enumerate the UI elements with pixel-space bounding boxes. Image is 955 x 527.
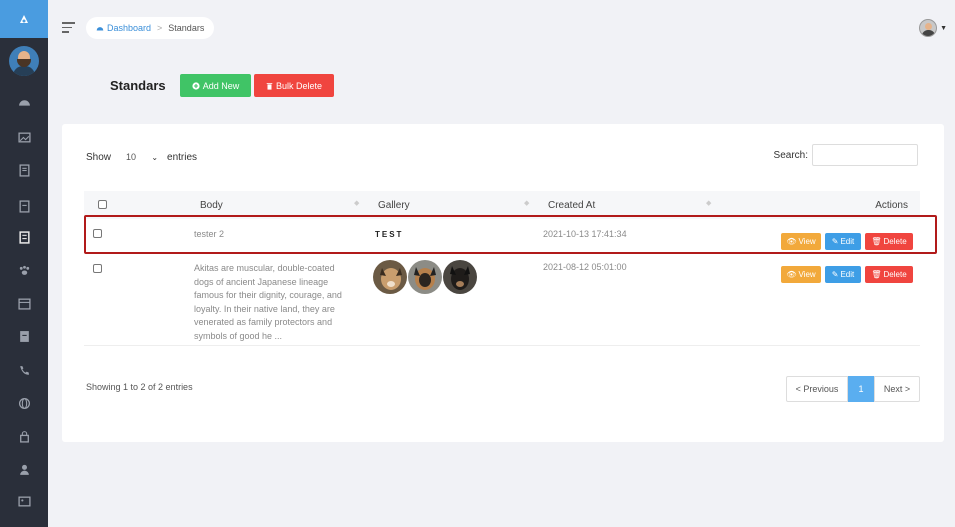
- dashboard-icon: [96, 26, 104, 30]
- table-header: Body ◆ Gallery ◆ Created At ◆ Actions: [84, 191, 920, 219]
- search-label: Search:: [773, 149, 808, 161]
- bulk-delete-button[interactable]: Bulk Delete: [254, 74, 334, 97]
- show-label: Show: [86, 151, 112, 163]
- eye-icon: 👁: [786, 270, 797, 279]
- table-info: Showing 1 to 2 of 2 entries: [86, 382, 193, 392]
- row-created-at: 2021-10-13 17:41:34: [543, 229, 627, 239]
- sidebar-phone-icon[interactable]: [0, 361, 48, 379]
- sort-icon[interactable]: ◆: [354, 199, 359, 207]
- sidebar-standars-icon[interactable]: [0, 228, 48, 246]
- sidebar-document-icon[interactable]: [0, 161, 48, 179]
- column-gallery[interactable]: Gallery: [378, 200, 410, 211]
- sidebar-calendar-icon[interactable]: [0, 294, 48, 312]
- row-checkbox[interactable]: [93, 264, 102, 273]
- breadcrumb-current: Standars: [168, 23, 205, 33]
- sidebar-gallery-icon[interactable]: [0, 492, 48, 510]
- edit-button[interactable]: ✎ Edit: [825, 266, 861, 283]
- breadcrumb-dashboard-link[interactable]: Dashboard: [96, 23, 151, 33]
- entries-select[interactable]: 10 ⌄: [116, 148, 162, 166]
- entries-length-control: Show 10 ⌄ entries: [86, 148, 197, 166]
- delete-button[interactable]: 🗑 Delete: [865, 233, 913, 250]
- next-page-button[interactable]: Next >: [874, 376, 920, 402]
- sort-icon[interactable]: ◆: [524, 199, 529, 207]
- data-table-card: Show 10 ⌄ entries Search: Body ◆ Gallery…: [62, 124, 944, 442]
- row-created-at: 2021-08-12 05:01:00: [543, 262, 627, 272]
- column-body[interactable]: Body: [200, 200, 223, 211]
- sidebar-file-icon[interactable]: [0, 197, 48, 215]
- sort-icon[interactable]: ◆: [706, 199, 711, 207]
- page-1-button[interactable]: 1: [848, 376, 874, 402]
- edit-button[interactable]: ✎ Edit: [825, 233, 861, 250]
- row-actions: 👁 View ✎ Edit 🗑 Delete: [781, 266, 913, 283]
- table-row: Akitas are muscular, double-coated dogs …: [84, 256, 920, 346]
- edit-icon: ✎: [831, 270, 839, 279]
- edit-icon: ✎: [831, 237, 839, 246]
- eye-icon: 👁: [786, 237, 797, 246]
- dog-photo[interactable]: [408, 260, 442, 294]
- row-checkbox[interactable]: [93, 229, 102, 238]
- sidebar: [0, 0, 48, 527]
- chevron-down-icon: ▼: [940, 24, 947, 32]
- add-new-label: Add New: [202, 80, 240, 91]
- search-input[interactable]: [812, 144, 918, 166]
- row-body: Akitas are muscular, double-coated dogs …: [194, 263, 342, 341]
- search-control: Search:: [774, 144, 918, 166]
- view-button[interactable]: 👁 View: [781, 266, 821, 283]
- breadcrumb-dashboard-label: Dashboard: [107, 23, 152, 33]
- logo-icon: [20, 15, 28, 23]
- sidebar-lock-icon[interactable]: [0, 427, 48, 445]
- plus-circle-icon: [192, 81, 200, 90]
- row-body: tester 2: [194, 229, 225, 239]
- top-bar: Dashboard > Standars ▼: [48, 0, 955, 50]
- view-label: View: [798, 237, 816, 246]
- sidebar-dashboard-icon[interactable]: [0, 94, 48, 112]
- chevron-down-icon: ⌄: [151, 152, 159, 162]
- select-all-checkbox[interactable]: [98, 200, 107, 209]
- sidebar-user-icon[interactable]: [0, 460, 48, 478]
- trash-icon: [266, 82, 273, 90]
- breadcrumb-separator: >: [157, 23, 163, 33]
- row-actions: 👁 View ✎ Edit 🗑 Delete: [781, 233, 913, 250]
- delete-label: Delete: [883, 237, 907, 246]
- column-created-at[interactable]: Created At: [548, 200, 595, 211]
- view-label: View: [798, 270, 816, 279]
- previous-page-button[interactable]: < Previous: [786, 376, 848, 402]
- row-gallery-text: TEST: [375, 230, 404, 239]
- sidebar-globe-icon[interactable]: [0, 394, 48, 412]
- edit-label: Edit: [840, 270, 855, 279]
- delete-button[interactable]: 🗑 Delete: [865, 266, 913, 283]
- menu-toggle-icon[interactable]: [62, 22, 75, 36]
- delete-label: Delete: [883, 270, 907, 279]
- view-button[interactable]: 👁 View: [781, 233, 821, 250]
- column-actions: Actions: [875, 200, 908, 211]
- bulk-delete-label: Bulk Delete: [275, 80, 323, 91]
- page-title: Standars: [110, 78, 166, 93]
- dog-photo[interactable]: [373, 260, 407, 294]
- breadcrumb: Dashboard > Standars: [86, 17, 215, 39]
- user-avatar: [919, 19, 938, 37]
- sidebar-avatar[interactable]: [9, 46, 39, 76]
- dog-photo[interactable]: [443, 260, 477, 294]
- trash-icon: 🗑: [871, 237, 882, 246]
- table-row: tester 2 TEST 2021-10-13 17:41:34 👁 View …: [84, 219, 920, 256]
- entries-label: entries: [167, 151, 198, 163]
- pagination: < Previous 1 Next >: [786, 376, 920, 402]
- edit-label: Edit: [840, 237, 855, 246]
- add-new-button[interactable]: Add New: [180, 74, 251, 97]
- app-logo[interactable]: [0, 0, 48, 38]
- trash-icon: 🗑: [871, 270, 882, 279]
- user-menu[interactable]: ▼: [919, 19, 947, 37]
- sidebar-image-icon[interactable]: [0, 128, 48, 146]
- entries-select-value: 10: [126, 152, 137, 162]
- sidebar-paw-icon[interactable]: [0, 261, 48, 279]
- sidebar-note-icon[interactable]: [0, 327, 48, 345]
